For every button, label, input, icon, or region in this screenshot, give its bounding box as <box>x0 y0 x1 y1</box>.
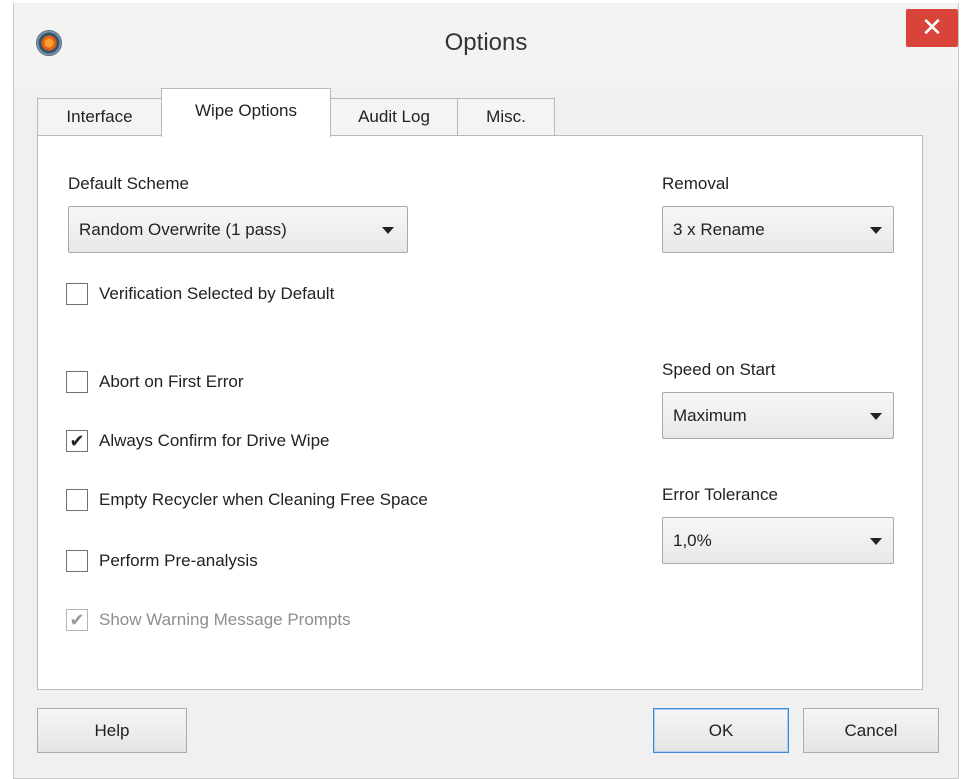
ok-button[interactable]: OK <box>653 708 789 753</box>
perform-pre-analysis-label: Perform Pre-analysis <box>99 551 258 570</box>
tab-misc[interactable]: Misc. <box>457 98 555 136</box>
tab-wipe-options[interactable]: Wipe Options <box>161 88 331 137</box>
wipe-options-panel: Default Scheme Random Overwrite (1 pass)… <box>37 135 923 690</box>
perform-pre-analysis-checkbox[interactable] <box>66 550 88 572</box>
show-warning-prompts-checkbox: ✔ <box>66 609 88 631</box>
title-bar: Options ✕ <box>14 3 958 87</box>
window-title: Options <box>444 29 528 56</box>
chevron-down-icon <box>382 227 394 234</box>
empty-recycler-label: Empty Recycler when Cleaning Free Space <box>99 490 428 509</box>
tab-audit-log[interactable]: Audit Log <box>330 98 458 136</box>
chevron-down-icon <box>870 413 882 420</box>
cancel-button[interactable]: Cancel <box>803 708 939 753</box>
empty-recycler-checkbox[interactable] <box>66 489 88 511</box>
removal-label: Removal <box>662 174 730 193</box>
show-warning-prompts-label: Show Warning Message Prompts <box>99 610 351 629</box>
removal-select[interactable]: 3 x Rename <box>662 206 894 253</box>
verification-default-checkbox[interactable] <box>66 283 88 305</box>
help-button[interactable]: Help <box>37 708 187 753</box>
speed-on-start-value: Maximum <box>673 406 747 425</box>
close-button[interactable]: ✕ <box>906 9 958 47</box>
speed-on-start-select[interactable]: Maximum <box>662 392 894 439</box>
always-confirm-drive-wipe-checkbox[interactable]: ✔ <box>66 430 88 452</box>
tab-interface[interactable]: Interface <box>37 98 162 136</box>
error-tolerance-label: Error Tolerance <box>662 485 778 504</box>
verification-default-label: Verification Selected by Default <box>99 284 335 303</box>
error-tolerance-select[interactable]: 1,0% <box>662 517 894 564</box>
abort-on-first-error-checkbox[interactable] <box>66 371 88 393</box>
check-icon: ✔ <box>69 610 85 630</box>
default-scheme-value: Random Overwrite (1 pass) <box>79 220 287 239</box>
always-confirm-drive-wipe-label: Always Confirm for Drive Wipe <box>99 431 330 450</box>
chevron-down-icon <box>870 227 882 234</box>
error-tolerance-value: 1,0% <box>673 531 712 550</box>
abort-on-first-error-label: Abort on First Error <box>99 372 244 391</box>
chevron-down-icon <box>870 538 882 545</box>
default-scheme-label: Default Scheme <box>68 174 189 193</box>
check-icon: ✔ <box>69 431 85 451</box>
removal-value: 3 x Rename <box>673 220 765 239</box>
default-scheme-select[interactable]: Random Overwrite (1 pass) <box>68 206 408 253</box>
close-icon: ✕ <box>921 12 943 42</box>
speed-on-start-label: Speed on Start <box>662 360 776 379</box>
